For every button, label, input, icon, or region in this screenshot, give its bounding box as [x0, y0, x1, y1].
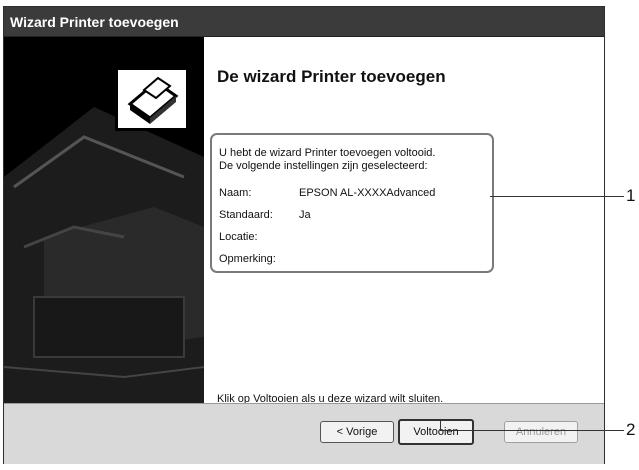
printer-icon	[115, 67, 189, 131]
settings-summary-box: U hebt de wizard Printer toevoegen volto…	[210, 133, 494, 273]
setting-label: Opmerking:	[219, 253, 276, 265]
intro-line-2: De volgende instellingen zijn geselectee…	[219, 160, 428, 172]
window-title: Wizard Printer toevoegen	[10, 14, 179, 30]
callout-line-2	[440, 430, 624, 431]
setting-row-comment: Opmerking:	[219, 253, 276, 265]
setting-label: Locatie:	[219, 231, 258, 243]
button-bar: < Vorige Voltooien Annuleren	[4, 403, 604, 464]
setting-label: Naam:	[219, 187, 252, 199]
setting-value: EPSON AL-XXXXAdvanced	[299, 187, 436, 199]
setting-row-location: Locatie:	[219, 231, 258, 243]
callout-line-1	[490, 196, 624, 197]
cancel-button[interactable]: Annuleren	[504, 421, 578, 443]
title-bar[interactable]: Wizard Printer toevoegen	[4, 7, 604, 37]
back-button[interactable]: < Vorige	[320, 421, 394, 443]
intro-line-1: U hebt de wizard Printer toevoegen volto…	[219, 147, 436, 159]
summary-intro: U hebt de wizard Printer toevoegen volto…	[219, 147, 435, 173]
callout-number-1: 1	[626, 186, 636, 205]
callout-number-2: 2	[626, 420, 636, 439]
setting-label: Standaard:	[219, 209, 273, 221]
setting-value: Ja	[299, 209, 311, 221]
finish-button[interactable]: Voltooien	[398, 419, 474, 445]
setting-row-name: Naam: EPSON AL-XXXXAdvanced	[219, 187, 435, 199]
callout-line-2-tick	[440, 420, 441, 430]
add-printer-wizard-dialog: Wizard Printer toevoegen De wizard Print…	[3, 6, 605, 464]
page-title: De wizard Printer toevoegen	[217, 67, 446, 86]
setting-row-default: Standaard: Ja	[219, 209, 311, 221]
